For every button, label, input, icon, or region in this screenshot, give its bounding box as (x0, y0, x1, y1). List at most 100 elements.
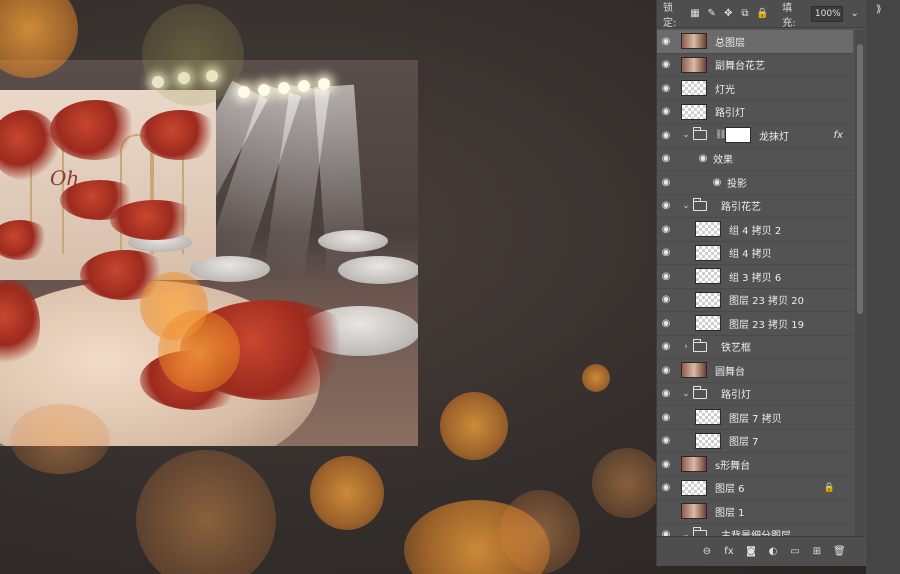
layer-name[interactable]: 投影 (727, 175, 747, 190)
layer-row[interactable]: ◉ 组 4 拷贝 2 (657, 218, 853, 242)
effect-visibility-eye-icon[interactable]: ◉ (711, 177, 723, 188)
flower-arrangement (140, 110, 220, 160)
collapse-panel-icon[interactable]: ⟫ (876, 4, 882, 15)
effects-visibility-eye-icon[interactable]: ◉ (697, 153, 709, 164)
folder-icon[interactable]: ▭ (789, 546, 801, 557)
fx-badge-icon[interactable]: fx (834, 130, 843, 141)
layer-row[interactable]: ◉⌄主背景细分图层 (657, 524, 853, 536)
visibility-eye-icon[interactable]: ◉ (657, 459, 675, 470)
layer-name[interactable]: 效果 (713, 151, 733, 166)
lock-transparent-pixels-icon[interactable]: ▦ (690, 8, 701, 20)
layer-row[interactable]: ◉ 图层 23 拷贝 20 (657, 289, 853, 312)
layers-scrollbar[interactable] (855, 30, 865, 536)
layer-name[interactable]: 图层 23 拷贝 19 (729, 316, 804, 331)
layer-row[interactable]: ◉ 组 3 拷贝 6 (657, 265, 853, 289)
fill-dropdown-icon[interactable]: ⌄ (849, 8, 860, 20)
layer-name[interactable]: 组 4 拷贝 2 (729, 222, 781, 237)
visibility-eye-icon[interactable]: ◉ (657, 83, 675, 94)
layer-row[interactable]: ◉ 灯光 (657, 77, 853, 101)
visibility-eye-icon[interactable]: ◉ (657, 247, 675, 258)
visibility-eye-icon[interactable]: ◉ (657, 200, 675, 211)
layer-name[interactable]: 路引灯 (721, 386, 751, 401)
lock-artboard-icon[interactable]: ⧉ (740, 8, 751, 20)
layer-name[interactable]: 路引灯 (715, 104, 745, 119)
visibility-eye-icon[interactable]: ◉ (657, 318, 675, 329)
chevron-down-icon[interactable]: ⌄ (681, 389, 691, 399)
layer-row[interactable]: ◉ ⌄ 路引花艺 (657, 195, 853, 218)
visibility-eye-icon[interactable]: ◉ (657, 224, 675, 235)
layer-row[interactable]: ◉ ⌄ 路引灯 (657, 383, 853, 406)
new-layer-icon[interactable]: ⊞ (811, 546, 823, 557)
layer-row[interactable]: ◉ 总图层 (657, 30, 853, 54)
visibility-eye-icon[interactable]: ◉ (657, 341, 675, 352)
layer-name[interactable]: 主背景细分图层 (721, 527, 791, 536)
layer-name[interactable]: 图层 1 (715, 504, 745, 519)
bokeh-light (136, 450, 276, 574)
layer-row[interactable]: ◉ 图层 7 (657, 430, 853, 453)
layer-row[interactable]: ◉ 组 4 拷贝 (657, 242, 853, 265)
link-icon[interactable]: ⊖ (701, 546, 713, 557)
visibility-eye-icon[interactable]: ◉ (657, 177, 675, 188)
chevron-down-icon[interactable]: ⌄ (681, 201, 691, 211)
layer-thumbnail (695, 221, 721, 238)
layer-name[interactable]: 副舞台花艺 (715, 57, 765, 72)
layer-name[interactable]: 组 3 拷贝 6 (729, 269, 781, 284)
visibility-eye-icon[interactable]: ◉ (657, 130, 675, 141)
layer-name[interactable]: 总图层 (715, 34, 745, 49)
bokeh-light (592, 448, 662, 518)
mask-icon[interactable]: ◙ (745, 546, 757, 557)
visibility-eye-icon[interactable]: ◉ (657, 271, 675, 282)
visibility-eye-icon[interactable]: ◉ (657, 482, 675, 493)
layer-row[interactable]: ◉ 圆舞台 (657, 359, 853, 383)
visibility-eye-icon[interactable]: ◉ (657, 106, 675, 117)
layer-row[interactable]: ◉ ◉ 效果 (657, 148, 853, 171)
layer-name[interactable]: 圆舞台 (715, 363, 745, 378)
visibility-eye-icon[interactable]: ◉ (657, 153, 675, 164)
layer-row[interactable]: ◉ 图层 7 拷贝 (657, 406, 853, 430)
trash-icon[interactable]: 🗑 (833, 546, 846, 557)
layer-row[interactable]: ◉ 路引灯 (657, 101, 853, 124)
fx-icon[interactable]: fx (723, 546, 735, 557)
layer-row[interactable]: ◉ 图层 1 (657, 500, 853, 524)
layer-name[interactable]: 图层 23 拷贝 20 (729, 292, 804, 307)
bokeh-light (500, 490, 580, 574)
chevron-down-icon[interactable]: ⌄ (681, 130, 691, 140)
adjustment-icon[interactable]: ◐ (767, 546, 779, 557)
layer-row[interactable]: ◉ s形舞台 (657, 453, 853, 477)
spotlight (152, 76, 164, 88)
fill-input[interactable]: 100% (810, 5, 844, 22)
spotlight (278, 82, 290, 94)
layer-row[interactable]: ◉ ⌄ ⛓ 龙抹灯 fx (657, 124, 853, 148)
lock-position-icon[interactable]: ✥ (723, 8, 734, 20)
layer-name[interactable]: s形舞台 (715, 457, 750, 472)
layer-name[interactable]: 图层 6 (715, 480, 745, 495)
visibility-eye-icon[interactable]: ◉ (657, 388, 675, 399)
layer-row[interactable]: ◉ › 铁艺框 (657, 336, 853, 359)
lock-all-icon[interactable]: 🔒 (756, 8, 768, 20)
layer-mask-thumbnail[interactable] (725, 127, 751, 144)
layer-row[interactable]: ◉ 副舞台花艺 (657, 54, 853, 77)
layer-name[interactable]: 图层 7 (729, 433, 759, 448)
layer-row[interactable]: ◉ ◉ 投影 (657, 171, 853, 195)
layer-row[interactable]: ◉ 图层 6 🔒 (657, 477, 853, 500)
visibility-eye-icon[interactable]: ◉ (657, 506, 675, 517)
visibility-eye-icon[interactable]: ◉ (657, 412, 675, 423)
visibility-eye-icon[interactable]: ◉ (657, 59, 675, 70)
visibility-eye-icon[interactable]: ◉ (657, 435, 675, 446)
layer-name[interactable]: 路引花艺 (721, 198, 761, 213)
layer-name[interactable]: 龙抹灯 (759, 128, 789, 143)
layer-name[interactable]: 组 4 拷贝 (729, 245, 772, 260)
layer-row[interactable]: ◉ 图层 23 拷贝 19 (657, 312, 853, 336)
visibility-eye-icon[interactable]: ◉ (657, 294, 675, 305)
layer-name[interactable]: 灯光 (715, 81, 735, 96)
layer-name[interactable]: 图层 7 拷贝 (729, 410, 782, 425)
mask-link-icon[interactable]: ⛓ (715, 130, 726, 140)
layer-name[interactable]: 铁艺框 (721, 339, 751, 354)
spotlight (318, 78, 330, 90)
lock-image-pixels-icon[interactable]: ✎ (706, 8, 717, 20)
visibility-eye-icon[interactable]: ◉ (657, 36, 675, 47)
scrollbar-thumb[interactable] (857, 44, 863, 314)
visibility-eye-icon[interactable]: ◉ (657, 529, 675, 536)
visibility-eye-icon[interactable]: ◉ (657, 365, 675, 376)
chevron-right-icon[interactable]: › (681, 342, 691, 352)
